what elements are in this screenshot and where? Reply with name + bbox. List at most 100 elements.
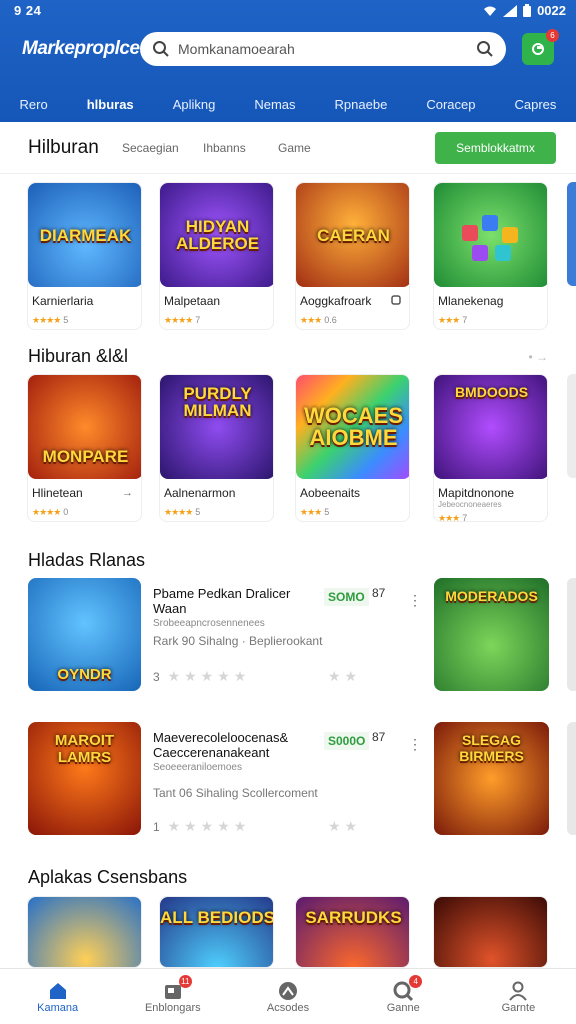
app-card[interactable]: WOCAES AIOBME Aobeenaits ★★★ 5 [295, 374, 410, 522]
carousel-peek [567, 182, 576, 286]
list-item[interactable]: OYNDR Pbame Pedkan Dralicer Waan Srobeea… [28, 578, 549, 694]
app-thumbnail: MONPARE [28, 375, 141, 479]
app-subtitle: Jebeocnoneaeres [438, 500, 502, 509]
nav-label: Garnte [501, 1001, 536, 1014]
app-thumbnail: SLEGAG BIRMERS [434, 722, 549, 835]
notifications-button[interactable]: 6 [522, 29, 559, 65]
app-thumbnail [434, 183, 547, 287]
app-card[interactable]: Mlanekenag ★★★ 7 [433, 182, 548, 330]
signal-icon [503, 4, 518, 17]
app-card[interactable]: PURDLY MILMAN Aalnenarmon ★★★★ 5 [159, 374, 274, 522]
app-name: Mlanekenag [438, 294, 504, 308]
app-name: Malpetaan [164, 294, 221, 308]
category-tabs: Rero hlburas Aplikng Nemas Rpnaebe Corac… [0, 86, 576, 122]
app-thumbnail: MODERADOS [434, 578, 549, 691]
top-app-bar: 9 24 0022 Markeproplce 6 Rero hlburas Ap… [0, 0, 576, 122]
filter-chip[interactable]: Secaegian [122, 141, 179, 155]
price-badge: SOMO [324, 588, 369, 606]
tab-nemas[interactable]: Nemas [252, 93, 297, 116]
tab-aplikng[interactable]: Aplikng [171, 93, 218, 116]
badge-icon [391, 295, 401, 305]
section-title: Hladas Rlanas [28, 550, 146, 570]
nav-item-library[interactable]: 11 Enblongars [115, 969, 230, 1024]
app-name: Hlinetean [32, 486, 83, 500]
tab-coracep[interactable]: Coracep [424, 93, 477, 116]
more-options-icon[interactable]: ⋮ [408, 736, 422, 753]
app-name: Aoggkafroark [300, 294, 372, 308]
app-rating: ★★★★ 5 [32, 315, 69, 325]
app-rating: ★★★ 7 [438, 315, 468, 325]
item-subtitle: Srobeeapncrosennenees [153, 618, 265, 629]
bottom-navigation: Kamana 11 Enblongars Acsodes 4 Ganne Gar… [0, 968, 576, 1024]
app-thumbnail: MAROIT LAMRS [28, 722, 141, 835]
app-thumbnail: WOCAES AIOBME [296, 375, 409, 479]
app-thumbnail [28, 897, 141, 967]
status-time: 9 24 [14, 3, 42, 18]
app-name: Karnierlaria [32, 294, 94, 308]
dice-icon [461, 215, 518, 261]
app-card[interactable]: SARRUDKS [295, 896, 410, 968]
carousel-peek [567, 722, 576, 835]
notification-badge: 6 [546, 29, 559, 42]
rating-stars[interactable]: 3 ★★★★★ [153, 668, 250, 685]
rank-label: 87 [372, 586, 386, 600]
app-card[interactable]: HIDYAN ALDEROE Malpetaan ★★★★ 7 [159, 182, 274, 330]
app-name: Mapitdnonone [438, 486, 515, 500]
battery-percent: 0022 [537, 3, 566, 18]
tab-rpnaebe[interactable]: Rpnaebe [333, 93, 390, 116]
list-item[interactable]: MAROIT LAMRS Maeverecoleloocenas& Caecce… [28, 722, 549, 838]
person-icon [509, 981, 528, 1001]
nav-item-profile[interactable]: Garnte [461, 969, 576, 1024]
bell-icon [532, 43, 544, 55]
section-title: Hiburan &l&l [28, 346, 129, 366]
search-icon [153, 41, 169, 57]
arrow-icon: → [122, 487, 133, 499]
app-card[interactable]: DIARMEAK Karnierlaria ★★★★ 5 [27, 182, 142, 330]
nav-item-home[interactable]: Kamana [0, 969, 115, 1024]
battery-icon [523, 4, 532, 17]
app-rating: ★★★ 0.6 [300, 315, 337, 325]
app-rating: ★★★ 5 [300, 507, 330, 517]
app-card[interactable]: CAERAN Aoggkafroark ★★★ 0.6 [295, 182, 410, 330]
rating-stars-secondary: ★★ [328, 818, 362, 834]
app-thumbnail: ALL BEDIODS [160, 897, 273, 967]
nav-item-search[interactable]: 4 Ganne [346, 969, 461, 1024]
section-title: Aplakas Csensbans [28, 867, 188, 887]
app-card[interactable]: ALL BEDIODS [159, 896, 274, 968]
app-thumbnail: PURDLY MILMAN [160, 375, 273, 479]
app-name: Aalnenarmon [164, 486, 236, 500]
app-card[interactable]: MONPARE Hlinetean → ★★★★ 0 [27, 374, 142, 522]
app-rating: ★★★★ 5 [164, 507, 201, 517]
app-thumbnail: OYNDR [28, 578, 141, 691]
item-meta: Tant 06 Sihaling Scollercoment [153, 786, 318, 800]
app-root: 9 24 0022 Markeproplce 6 Rero hlburas Ap… [0, 0, 576, 1024]
search-bar[interactable] [140, 32, 506, 66]
nav-item-apps[interactable]: Acsodes [230, 969, 345, 1024]
app-card[interactable] [433, 896, 548, 968]
rating-stars[interactable]: 1 ★★★★★ [153, 818, 250, 835]
nav-label: Enblongars [144, 1001, 201, 1014]
app-logo[interactable]: Markeproplce [22, 38, 140, 60]
app-rating: ★★★★ 0 [32, 507, 69, 517]
rank-label: 87 [372, 730, 386, 744]
app-card[interactable]: BMDOODS Mapitdnonone Jebeocnoneaeres ★★★… [433, 374, 548, 522]
filter-chip[interactable]: Ihbanns [203, 141, 246, 155]
search-input[interactable] [178, 41, 476, 57]
item-title: Maeverecoleloocenas& Caeccerenanakeant [153, 730, 289, 760]
more-arrow-icon[interactable]: • → [528, 350, 548, 364]
tab-rero[interactable]: Rero [18, 93, 50, 116]
more-options-icon[interactable]: ⋮ [408, 592, 422, 609]
app-thumbnail: BMDOODS [434, 375, 547, 479]
search-submit-icon[interactable] [476, 40, 494, 58]
app-thumbnail: DIARMEAK [28, 183, 141, 287]
app-thumbnail [434, 897, 547, 967]
app-card[interactable] [27, 896, 142, 968]
nav-badge: 4 [409, 975, 423, 988]
cta-button[interactable]: Semblokkatmx [435, 132, 556, 164]
filter-chip[interactable]: Game [278, 141, 311, 155]
nav-label: Kamana [37, 1001, 79, 1014]
tab-hlburas[interactable]: hlburas [85, 93, 136, 116]
apps-icon [279, 981, 297, 1000]
page-title: Hilburan [28, 137, 99, 158]
tab-capres[interactable]: Capres [513, 93, 559, 116]
